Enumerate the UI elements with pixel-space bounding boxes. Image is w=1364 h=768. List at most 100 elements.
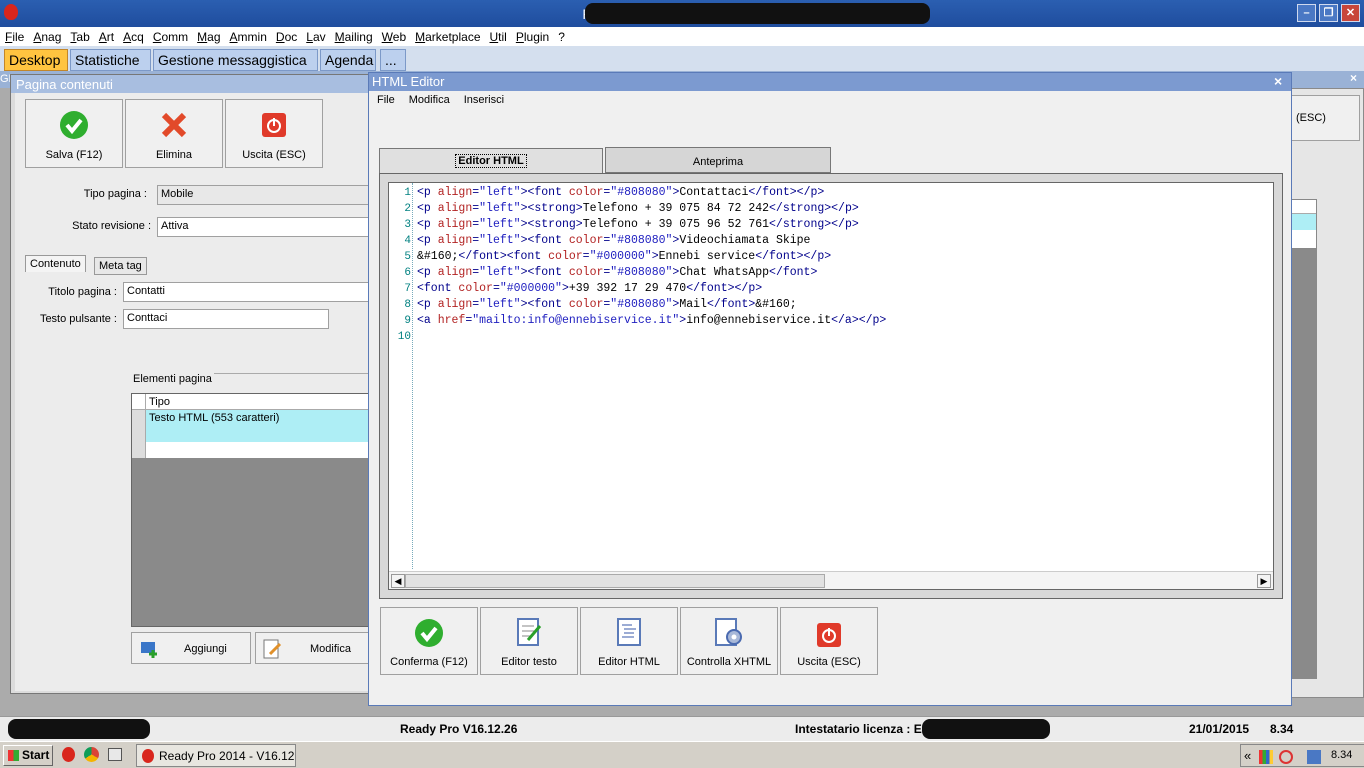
tab-more[interactable]: ... bbox=[380, 49, 406, 71]
menu-util[interactable]: Util bbox=[485, 27, 511, 44]
menu-tab[interactable]: Tab bbox=[65, 27, 93, 44]
code-token: ><strong> bbox=[520, 218, 583, 231]
confirm-button[interactable]: Conferma (F12) bbox=[380, 607, 478, 675]
tray-expand-icon[interactable]: « bbox=[1244, 748, 1251, 763]
flag-icon[interactable] bbox=[1259, 750, 1273, 764]
editor-menu-inserisci[interactable]: Inserisci bbox=[456, 91, 510, 106]
code-token: align bbox=[437, 218, 473, 231]
start-button[interactable]: Start bbox=[3, 745, 53, 766]
strawberry-icon bbox=[142, 749, 154, 763]
edit-button[interactable]: Modifica bbox=[255, 632, 375, 664]
code-line[interactable]: <a href="mailto:info@ennebiservice.it">i… bbox=[417, 313, 886, 329]
strawberry-quicklaunch-icon[interactable] bbox=[62, 747, 75, 762]
code-line[interactable]: <p align="left"><font color="#808080">Co… bbox=[417, 185, 824, 201]
desktop-icon[interactable] bbox=[108, 748, 122, 761]
elementi-grid: Tipo Testo HTML (553 caratteri) bbox=[131, 393, 372, 627]
minimize-button[interactable]: – bbox=[1297, 4, 1316, 22]
code-token: align bbox=[437, 266, 473, 279]
stato-revisione-label: Stato revisione : bbox=[72, 220, 151, 232]
code-line[interactable]: <p align="left"><font color="#808080">Vi… bbox=[417, 233, 810, 249]
line-number: 6 bbox=[404, 267, 411, 279]
save-button[interactable]: Salva (F12) bbox=[25, 99, 123, 168]
testo-pulsante-field[interactable]: Conttaci bbox=[123, 309, 329, 329]
tab-desktop[interactable]: Desktop bbox=[4, 49, 68, 71]
scroll-left-icon[interactable]: ◀ bbox=[391, 574, 405, 588]
network-icon[interactable] bbox=[1307, 750, 1321, 764]
close-icon[interactable]: × bbox=[1350, 71, 1357, 85]
check-icon bbox=[60, 111, 88, 139]
code-token: ><font bbox=[520, 298, 569, 311]
status-date: 21/01/2015 bbox=[1189, 722, 1250, 736]
menu-help[interactable]: ? bbox=[553, 27, 569, 44]
menu-plugin[interactable]: Plugin bbox=[511, 27, 553, 44]
sync-icon[interactable] bbox=[1279, 750, 1293, 764]
code-token: Chat WhatsApp bbox=[679, 266, 770, 279]
menu-mag[interactable]: Mag bbox=[192, 27, 224, 44]
editor-close-icon[interactable]: × bbox=[1274, 73, 1282, 89]
tab-editor-html[interactable]: Editor HTML bbox=[379, 148, 603, 174]
code-line[interactable]: <p align="left"><font color="#808080">Ch… bbox=[417, 265, 817, 281]
menu-art[interactable]: Art bbox=[94, 27, 118, 44]
taskbar: Start Ready Pro 2014 - V16.12... « 8.34 bbox=[0, 741, 1364, 768]
menu-acq[interactable]: Acq bbox=[118, 27, 148, 44]
grid-row-empty[interactable] bbox=[132, 442, 372, 458]
code-line[interactable]: <p align="left"><strong>Telefono + 39 07… bbox=[417, 201, 859, 217]
exit-button-partial[interactable]: (ESC) bbox=[1290, 95, 1360, 141]
menu-web[interactable]: Web bbox=[377, 27, 410, 44]
stato-revisione-field[interactable]: Attiva bbox=[157, 217, 371, 237]
code-token: align bbox=[437, 202, 473, 215]
code-token: <p bbox=[417, 298, 438, 311]
menu-anag[interactable]: Anag bbox=[28, 27, 65, 44]
menu-marketplace[interactable]: Marketplace bbox=[410, 27, 484, 44]
code-token: </font> bbox=[706, 298, 756, 311]
code-line[interactable]: &#160;</font><font color="#000000">Enneb… bbox=[417, 249, 831, 265]
close-button[interactable]: ✕ bbox=[1341, 4, 1360, 22]
editor-menu-file[interactable]: File bbox=[369, 91, 401, 106]
text-editor-button[interactable]: Editor testo bbox=[480, 607, 578, 675]
code-editor[interactable]: 1 2 3 4 5 6 7 8 9 10 <p align="left"><font color=… bbox=[388, 182, 1274, 590]
menu-ammin[interactable]: Ammin bbox=[225, 27, 271, 44]
chrome-icon[interactable] bbox=[84, 747, 99, 762]
menu-lav[interactable]: Lav bbox=[301, 27, 329, 44]
check-xhtml-button[interactable]: Controlla XHTML bbox=[680, 607, 778, 675]
code-area[interactable]: <p align="left"><font color="#808080">Co… bbox=[417, 183, 1273, 569]
exit-button[interactable]: Uscita (ESC) bbox=[225, 99, 323, 168]
scroll-right-icon[interactable]: ▶ bbox=[1257, 574, 1271, 588]
code-token: &#160; bbox=[755, 298, 797, 311]
delete-button[interactable]: Elimina bbox=[125, 99, 223, 168]
code-line[interactable]: <p align="left"><font color="#808080">Ma… bbox=[417, 297, 797, 313]
horizontal-scrollbar[interactable]: ◀ ▶ bbox=[389, 571, 1273, 589]
editor-exit-button[interactable]: Uscita (ESC) bbox=[780, 607, 878, 675]
tipo-pagina-field[interactable]: Mobile bbox=[157, 185, 371, 205]
tab-statistiche[interactable]: Statistiche bbox=[70, 49, 151, 71]
html-editor-button[interactable]: Editor HTML bbox=[580, 607, 678, 675]
code-token: </font></p> bbox=[755, 250, 832, 263]
tab-gestione-messaggistica[interactable]: Gestione messaggistica bbox=[153, 49, 318, 71]
tray-clock: 8.34 bbox=[1331, 749, 1353, 761]
code-token: = bbox=[582, 250, 590, 263]
code-token: color bbox=[568, 186, 604, 199]
taskbar-app-button[interactable]: Ready Pro 2014 - V16.12... bbox=[136, 744, 296, 767]
line-number: 3 bbox=[404, 219, 411, 231]
tab-contenuto[interactable]: Contenuto bbox=[25, 255, 86, 272]
code-token: "mailto:info@ennebiservice.it" bbox=[472, 314, 680, 327]
scroll-thumb[interactable] bbox=[405, 574, 825, 588]
menu-doc[interactable]: Doc bbox=[271, 27, 301, 44]
strawberry-app-icon bbox=[4, 4, 18, 20]
code-line[interactable]: <p align="left"><strong>Telefono + 39 07… bbox=[417, 217, 859, 233]
titolo-pagina-field[interactable]: Contatti bbox=[123, 282, 371, 302]
line-number: 9 bbox=[404, 315, 411, 327]
code-token: <p bbox=[417, 186, 438, 199]
code-line[interactable]: <font color="#000000">+39 392 17 29 470<… bbox=[417, 281, 762, 297]
grid-row-selected[interactable]: Testo HTML (553 caratteri) bbox=[132, 410, 372, 442]
menu-mailing[interactable]: Mailing bbox=[330, 27, 377, 44]
editor-menu-modifica[interactable]: Modifica bbox=[401, 91, 456, 106]
system-tray: « 8.34 bbox=[1240, 744, 1364, 767]
maximize-button[interactable]: ❐ bbox=[1319, 4, 1338, 22]
tab-meta-tag[interactable]: Meta tag bbox=[94, 257, 147, 275]
menu-comm[interactable]: Comm bbox=[148, 27, 192, 44]
tab-agenda[interactable]: Agenda bbox=[320, 49, 376, 71]
menu-file[interactable]: File bbox=[0, 27, 28, 44]
add-button[interactable]: Aggiungi bbox=[131, 632, 251, 664]
tab-anteprima[interactable]: Anteprima bbox=[605, 147, 831, 173]
